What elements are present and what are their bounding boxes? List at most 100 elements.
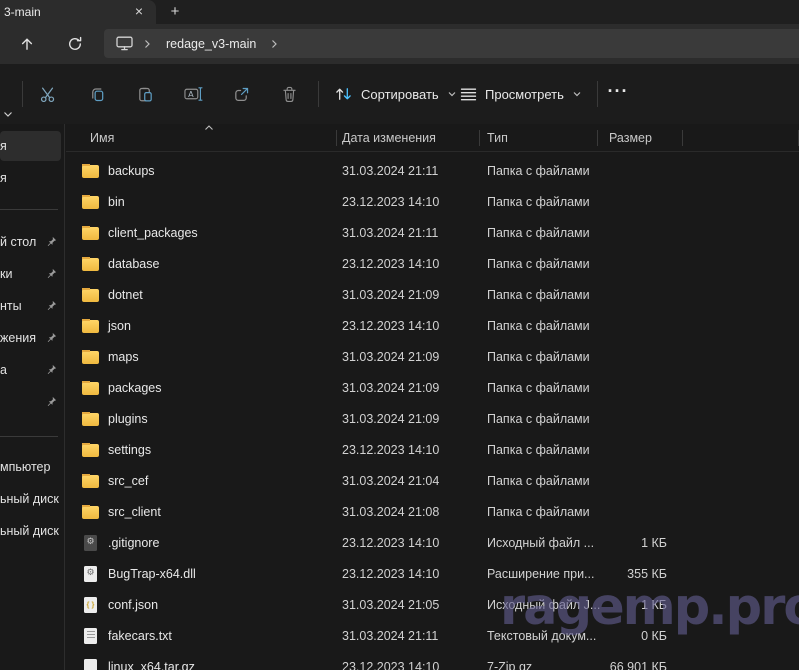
sidebar-item-pictures[interactable]: жения [0, 323, 61, 353]
pin-icon [45, 364, 57, 376]
svg-text:A: A [188, 90, 194, 99]
table-row[interactable]: linux_x64.tar.gz 23.12.2023 14:10 7-Zip … [66, 651, 799, 670]
sidebar-item-gallery[interactable]: я [0, 163, 61, 193]
new-tab-button[interactable]: + [163, 2, 187, 22]
sort-button[interactable]: Сортировать [326, 76, 465, 112]
view-button-label: Просмотреть [485, 87, 564, 102]
toolbar-divider [318, 81, 319, 107]
pin-icon [45, 332, 57, 344]
sort-button-label: Сортировать [361, 87, 439, 102]
table-row[interactable]: client_packages 31.03.2024 21:11 Папка с… [66, 217, 799, 248]
paste-icon [137, 86, 154, 103]
column-header-date[interactable]: Дата изменения [337, 124, 480, 151]
table-row[interactable]: .gitignore 23.12.2023 14:10 Исходный фай… [66, 527, 799, 558]
column-header-type[interactable]: Тип [480, 124, 598, 151]
folder-icon [82, 444, 99, 457]
up-button[interactable] [15, 32, 39, 56]
folder-icon [82, 382, 99, 395]
text-file-icon [84, 628, 97, 644]
sidebar-item-local-disk-d[interactable]: ьный диск [0, 516, 61, 546]
folder-icon [82, 196, 99, 209]
pin-icon [45, 268, 57, 280]
table-row[interactable]: bin 23.12.2023 14:10 Папка с файлами [66, 186, 799, 217]
copy-icon [89, 86, 106, 103]
folder-icon [82, 506, 99, 519]
folder-icon [82, 258, 99, 271]
up-arrow-icon [19, 36, 35, 52]
table-row[interactable]: src_cef 31.03.2024 21:04 Папка с файлами [66, 465, 799, 496]
column-header-blank [683, 124, 799, 151]
table-row[interactable]: database 23.12.2023 14:10 Папка с файлам… [66, 248, 799, 279]
table-row[interactable]: fakecars.txt 31.03.2024 21:11 Текстовый … [66, 620, 799, 651]
sidebar-item-home[interactable]: я [0, 131, 61, 161]
tab-close-icon[interactable]: × [130, 3, 148, 21]
share-button[interactable] [221, 76, 261, 112]
toolbar-divider [597, 81, 598, 107]
sort-icon [334, 86, 353, 102]
table-row[interactable]: backups 31.03.2024 21:11 Папка с файлами [66, 155, 799, 186]
pin-icon [45, 236, 57, 248]
more-options-button[interactable]: ··· [600, 76, 636, 112]
this-pc-icon[interactable] [116, 36, 133, 51]
sidebar-item-downloads[interactable]: ки [0, 259, 61, 289]
refresh-icon [67, 36, 83, 52]
table-row[interactable]: maps 31.03.2024 21:09 Папка с файлами [66, 341, 799, 372]
navigation-bar: redage_v3-main [0, 24, 799, 64]
chevron-right-icon [143, 39, 152, 49]
table-row[interactable]: conf.json 31.03.2024 21:05 Исходный файл… [66, 589, 799, 620]
table-row[interactable]: json 23.12.2023 14:10 Папка с файлами [66, 310, 799, 341]
pin-icon [45, 396, 57, 408]
folder-icon [82, 289, 99, 302]
view-button[interactable]: Просмотреть [452, 76, 590, 112]
table-row[interactable]: src_client 31.03.2024 21:08 Папка с файл… [66, 496, 799, 527]
table-row[interactable]: settings 23.12.2023 14:10 Папка с файлам… [66, 434, 799, 465]
sidebar-item-videos[interactable] [0, 387, 61, 417]
cut-icon [39, 85, 58, 104]
share-icon [233, 86, 250, 103]
sidebar-main-divider [64, 124, 65, 670]
column-header-name[interactable]: Имя [66, 124, 337, 151]
git-file-icon [84, 535, 97, 551]
toolbar-divider [22, 81, 23, 107]
table-row[interactable]: plugins 31.03.2024 21:09 Папка с файлами [66, 403, 799, 434]
breadcrumb[interactable]: redage_v3-main [104, 29, 799, 58]
folder-icon [82, 165, 99, 178]
explorer-body: я я й стол ки нты [0, 124, 799, 670]
cut-button[interactable] [28, 76, 68, 112]
breadcrumb-segment[interactable]: redage_v3-main [162, 35, 260, 53]
explorer-tab[interactable]: 3-main × [0, 0, 156, 24]
chevron-right-icon[interactable] [270, 39, 279, 49]
ellipsis-icon: ··· [608, 81, 629, 102]
paste-button[interactable] [125, 76, 165, 112]
command-toolbar: A Сортировать Прос [0, 64, 799, 124]
sidebar-item-desktop[interactable]: й стол [0, 227, 61, 257]
folder-icon [82, 351, 99, 364]
delete-button[interactable] [269, 76, 309, 112]
rename-button[interactable]: A [173, 76, 213, 112]
dll-file-icon [84, 566, 97, 582]
sidebar-item-this-pc[interactable]: мпьютер [0, 452, 61, 482]
file-rows: backups 31.03.2024 21:11 Папка с файлами… [66, 153, 799, 670]
trash-icon [282, 86, 297, 103]
file-explorer-window: 3-main × + redage_v3-main [0, 0, 799, 670]
sidebar-item-local-disk-c[interactable]: ьный диск [0, 484, 61, 514]
column-header-size[interactable]: Размер [598, 124, 683, 151]
new-menu-chevron-icon[interactable] [2, 108, 14, 120]
sidebar-item-documents[interactable]: нты [0, 291, 61, 321]
folder-icon [82, 475, 99, 488]
refresh-button[interactable] [63, 32, 87, 56]
rename-icon: A [184, 86, 203, 102]
chevron-down-icon [572, 89, 582, 99]
archive-file-icon [84, 659, 97, 670]
file-list: Имя Дата изменения Тип Размер [66, 124, 799, 670]
table-row[interactable]: dotnet 31.03.2024 21:09 Папка с файлами [66, 279, 799, 310]
table-row[interactable]: packages 31.03.2024 21:09 Папка с файлам… [66, 372, 799, 403]
sidebar-item-music[interactable]: а [0, 355, 61, 385]
folder-icon [82, 320, 99, 333]
view-list-icon [460, 87, 477, 102]
tab-bar: 3-main × + [0, 0, 799, 24]
table-row[interactable]: BugTrap-x64.dll 23.12.2023 14:10 Расшире… [66, 558, 799, 589]
copy-button[interactable] [77, 76, 117, 112]
folder-icon [82, 227, 99, 240]
json-file-icon [84, 597, 97, 613]
